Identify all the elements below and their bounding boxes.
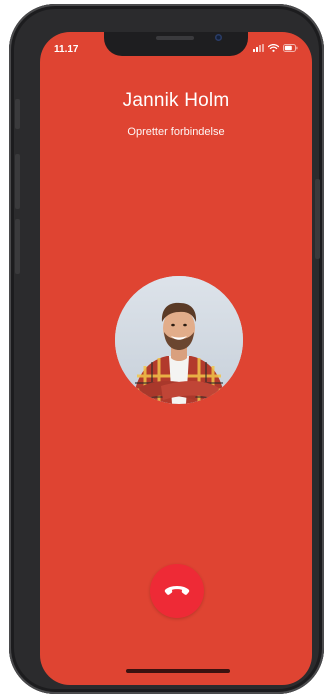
caller-photo bbox=[115, 276, 243, 404]
status-icons bbox=[253, 44, 298, 52]
page: 11.17 Jannik Holm Opretter forbindelse bbox=[0, 0, 330, 695]
earpiece-speaker bbox=[156, 36, 194, 40]
status-time: 11.17 bbox=[54, 44, 79, 55]
wifi-icon bbox=[268, 44, 279, 52]
caller-avatar bbox=[115, 276, 243, 404]
caller-name: Jannik Holm bbox=[122, 90, 230, 111]
notch bbox=[104, 32, 248, 56]
call-screen: 11.17 Jannik Holm Opretter forbindelse bbox=[40, 32, 312, 685]
home-indicator[interactable] bbox=[126, 669, 230, 673]
battery-icon bbox=[283, 44, 298, 52]
phone-hangup-icon bbox=[164, 586, 190, 595]
phone-frame: 11.17 Jannik Holm Opretter forbindelse bbox=[9, 4, 324, 694]
front-camera bbox=[215, 34, 222, 41]
volume-down-button bbox=[15, 219, 20, 274]
end-call-button[interactable] bbox=[150, 564, 204, 618]
call-status: Opretter forbindelse bbox=[127, 126, 225, 138]
signal-icon bbox=[253, 44, 264, 52]
power-button bbox=[315, 179, 320, 259]
silent-switch bbox=[15, 99, 20, 129]
volume-up-button bbox=[15, 154, 20, 209]
